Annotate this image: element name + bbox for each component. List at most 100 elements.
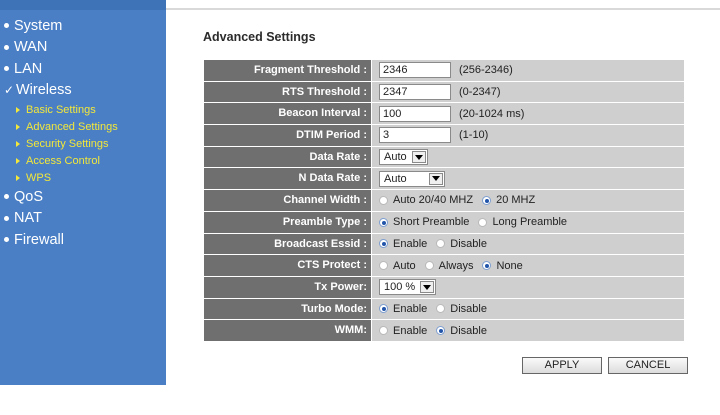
radio-label: Always <box>438 259 474 272</box>
radio-button[interactable] <box>379 326 388 336</box>
radio-long-preamble[interactable]: Long Preamble <box>478 216 567 228</box>
fragment-threshold-row: Fragment Threshold : 2346 (256-2346) <box>204 60 684 82</box>
bullet-icon <box>4 215 9 221</box>
field-label: Fragment Threshold : <box>204 60 371 82</box>
sidebar-item-label: QoS <box>14 188 44 205</box>
n-data-rate-select[interactable]: Auto <box>379 170 445 187</box>
turbo-mode-row: Turbo Mode: Enable Disable <box>204 298 684 321</box>
radio-button[interactable] <box>478 217 488 227</box>
sidebar: System WAN LAN ✓ Wireless Basic Settings … <box>0 0 166 385</box>
radio-short-preamble[interactable]: Short Preamble <box>379 216 469 228</box>
radio-button[interactable] <box>379 217 388 227</box>
sidebar-item-lan[interactable]: LAN <box>4 58 164 80</box>
sidebar-item-wireless[interactable]: ✓ Wireless <box>4 80 164 102</box>
rts-threshold-row: RTS Threshold : 2347 (0-2347) <box>204 81 684 104</box>
submenu-access-control[interactable]: Access Control <box>16 152 164 169</box>
radio-button[interactable] <box>436 239 446 249</box>
field-label: N Data Rate : <box>204 168 371 191</box>
radio-label: Disable <box>450 302 487 315</box>
sidebar-item-label: Wireless <box>16 82 72 99</box>
broadcast-essid-row: Broadcast Essid : Enable Disable <box>204 233 684 256</box>
radio-label: Auto 20/40 MHZ <box>393 194 474 207</box>
radio-button[interactable] <box>379 195 388 205</box>
sidebar-item-label: System <box>14 17 63 34</box>
submenu-label: Access Control <box>26 154 100 167</box>
radio-20mhz[interactable]: 20 MHZ <box>482 194 535 206</box>
dtim-period-input[interactable]: 3 <box>379 127 451 144</box>
radio-cts-auto[interactable]: Auto <box>379 260 416 272</box>
radio-label: Auto <box>393 259 416 272</box>
radio-button[interactable] <box>424 261 434 271</box>
submenu-wps[interactable]: WPS <box>16 169 164 186</box>
chevron-down-icon[interactable] <box>429 172 443 185</box>
data-rate-select[interactable]: Auto <box>379 149 428 166</box>
field-label: Channel Width : <box>204 190 371 212</box>
triangle-right-icon <box>16 123 20 130</box>
sidebar-item-label: NAT <box>14 210 42 227</box>
page-title: Advanced Settings <box>203 30 316 44</box>
select-value: Auto <box>384 151 407 164</box>
sidebar-item-wan[interactable]: WAN <box>4 37 164 59</box>
cts-protect-row: CTS Protect : Auto Always None <box>204 255 684 277</box>
fragment-threshold-input[interactable]: 2346 <box>379 62 451 79</box>
radio-turbo-enable[interactable]: Enable <box>379 303 427 315</box>
cancel-button[interactable]: CANCEL <box>608 357 688 374</box>
radio-button[interactable] <box>379 261 388 271</box>
sidebar-item-label: Firewall <box>14 231 64 248</box>
radio-cts-none[interactable]: None <box>482 259 523 272</box>
bullet-icon <box>4 44 9 50</box>
chevron-down-icon[interactable] <box>420 281 435 294</box>
bullet-icon <box>4 237 9 243</box>
radio-broadcast-disable[interactable]: Disable <box>436 238 487 250</box>
radio-label: 20 MHZ <box>496 194 536 207</box>
sidebar-item-label: LAN <box>14 60 43 77</box>
preamble-type-row: Preamble Type : Short Preamble Long Prea… <box>204 211 684 234</box>
advanced-settings-form: Fragment Threshold : 2346 (256-2346) RTS… <box>204 60 684 342</box>
field-label: Turbo Mode: <box>204 298 371 321</box>
radio-button[interactable] <box>436 304 446 314</box>
beacon-interval-row: Beacon Interval : 100 (20-1024 ms) <box>204 103 684 126</box>
field-label: RTS Threshold : <box>204 81 371 104</box>
triangle-right-icon <box>16 140 20 147</box>
form-buttons: APPLY CANCEL <box>522 357 688 374</box>
radio-wmm-disable[interactable]: Disable <box>436 325 487 337</box>
field-label: Broadcast Essid : <box>204 233 371 256</box>
radio-turbo-disable[interactable]: Disable <box>436 303 487 315</box>
submenu-label: Basic Settings <box>26 103 96 116</box>
triangle-right-icon <box>16 106 20 113</box>
rts-threshold-input[interactable]: 2347 <box>379 84 451 101</box>
field-label: CTS Protect : <box>204 255 371 277</box>
radio-label: None <box>496 259 523 272</box>
bullet-icon <box>4 23 9 29</box>
apply-button[interactable]: APPLY <box>522 357 602 374</box>
radio-auto-20-40[interactable]: Auto 20/40 MHZ <box>379 194 473 206</box>
radio-wmm-enable[interactable]: Enable <box>379 325 427 337</box>
select-value: Auto <box>384 172 407 185</box>
radio-button[interactable] <box>436 326 446 336</box>
bullet-icon <box>4 66 9 72</box>
submenu-security-settings[interactable]: Security Settings <box>16 135 164 152</box>
radio-button[interactable] <box>379 239 388 249</box>
field-label: WMM: <box>204 320 371 342</box>
sidebar-top-strip <box>0 0 166 10</box>
beacon-interval-input[interactable]: 100 <box>379 105 451 122</box>
sidebar-item-firewall[interactable]: Firewall <box>4 229 164 251</box>
radio-label: Short Preamble <box>393 216 470 229</box>
chevron-down-icon[interactable] <box>411 151 426 164</box>
tx-power-select[interactable]: 100 % <box>379 279 437 296</box>
submenu-label: Security Settings <box>26 137 109 150</box>
radio-button[interactable] <box>482 195 492 205</box>
radio-cts-always[interactable]: Always <box>424 259 474 272</box>
sidebar-item-nat[interactable]: NAT <box>4 208 164 230</box>
tx-power-row: Tx Power: 100 % <box>204 276 684 299</box>
bullet-icon <box>4 194 9 200</box>
submenu-label: WPS <box>26 171 52 184</box>
sidebar-item-system[interactable]: System <box>4 15 164 37</box>
submenu-basic-settings[interactable]: Basic Settings <box>16 101 164 118</box>
sidebar-item-qos[interactable]: QoS <box>4 186 164 208</box>
radio-broadcast-enable[interactable]: Enable <box>379 238 427 250</box>
radio-button[interactable] <box>379 304 388 314</box>
channel-width-row: Channel Width : Auto 20/40 MHZ 20 MHZ <box>204 190 684 212</box>
submenu-advanced-settings[interactable]: Advanced Settings <box>16 118 164 135</box>
radio-button[interactable] <box>482 261 492 271</box>
